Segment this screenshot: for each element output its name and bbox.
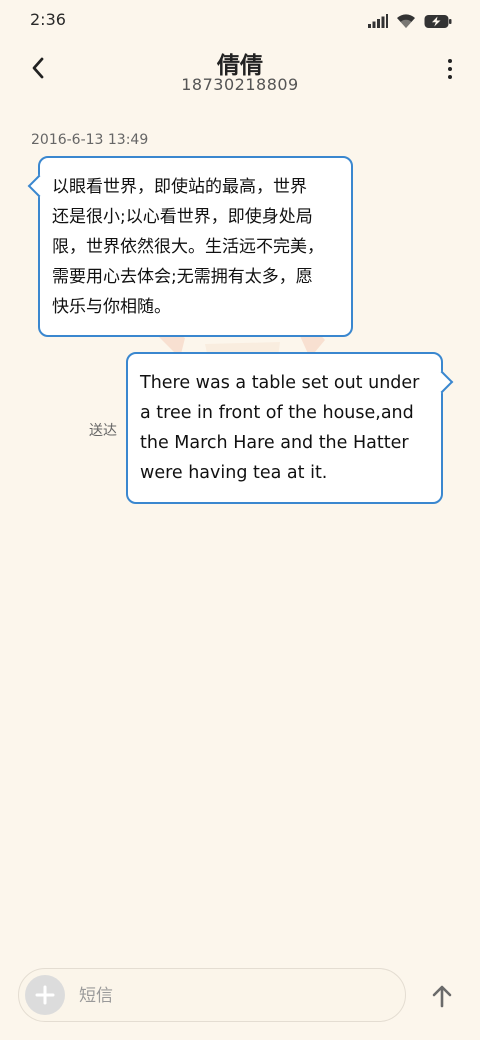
- bubble-tail: [430, 370, 454, 394]
- incoming-message-text: 以眼看世界，即使站的最高，世界 还是很小;以心看世界，即使身处局 限，世界依然很…: [52, 177, 324, 317]
- add-attachment-button[interactable]: [25, 975, 65, 1015]
- bubble-tail: [27, 174, 51, 198]
- outgoing-message-text: There was a table set out under a tree i…: [140, 373, 420, 483]
- status-icons: [368, 12, 452, 30]
- status-time: 2:36: [30, 10, 66, 29]
- more-vertical-icon-dot: [448, 75, 452, 79]
- plus-icon: [35, 985, 55, 1005]
- incoming-message-bubble[interactable]: 以眼看世界，即使站的最高，世界 还是很小;以心看世界，即使身处局 限，世界依然很…: [27, 156, 353, 337]
- message-composer: [18, 968, 406, 1022]
- message-timestamp: 2016-6-13 13:49: [31, 132, 149, 148]
- sms-conversation-screen: 2:36 倩倩 18730218809 2016-6-13 13:49 以眼看世…: [0, 0, 480, 1040]
- battery-charging-icon: [424, 14, 452, 28]
- status-bar: 2:36: [0, 0, 480, 40]
- wifi-icon: [397, 13, 415, 28]
- send-button[interactable]: [426, 980, 458, 1012]
- contact-number: 18730218809: [181, 75, 299, 94]
- outgoing-message-bubble[interactable]: There was a table set out under a tree i…: [126, 352, 454, 504]
- conversation-header: 倩倩 18730218809: [0, 40, 480, 100]
- signal-icon: [368, 14, 388, 28]
- send-arrow-icon: [432, 985, 452, 1008]
- message-input[interactable]: [77, 977, 381, 1015]
- more-vertical-icon: [448, 59, 452, 63]
- more-options-button[interactable]: [444, 54, 456, 84]
- delivery-status: 送达: [89, 423, 117, 439]
- more-vertical-icon-dot: [448, 67, 452, 71]
